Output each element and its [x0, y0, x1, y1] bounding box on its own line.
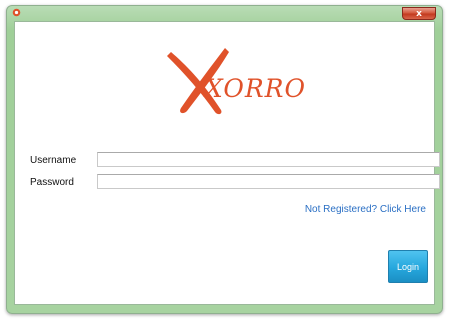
- username-label: Username: [30, 155, 77, 166]
- password-field[interactable]: [97, 174, 440, 189]
- register-link[interactable]: Not Registered? Click Here: [305, 204, 426, 215]
- close-button[interactable]: x: [402, 7, 436, 20]
- xorro-logo: XORRO: [163, 38, 313, 122]
- logo-text: XORRO: [205, 74, 306, 103]
- username-field[interactable]: [97, 152, 440, 167]
- app-logo-icon: [12, 8, 21, 17]
- login-button[interactable]: Login: [388, 250, 428, 283]
- password-label: Password: [30, 177, 74, 188]
- title-bar[interactable]: x: [7, 6, 442, 20]
- login-panel: XORRO Username Password Not Registered? …: [14, 21, 440, 305]
- login-window: x XORRO Username Password Not Registered…: [6, 5, 443, 314]
